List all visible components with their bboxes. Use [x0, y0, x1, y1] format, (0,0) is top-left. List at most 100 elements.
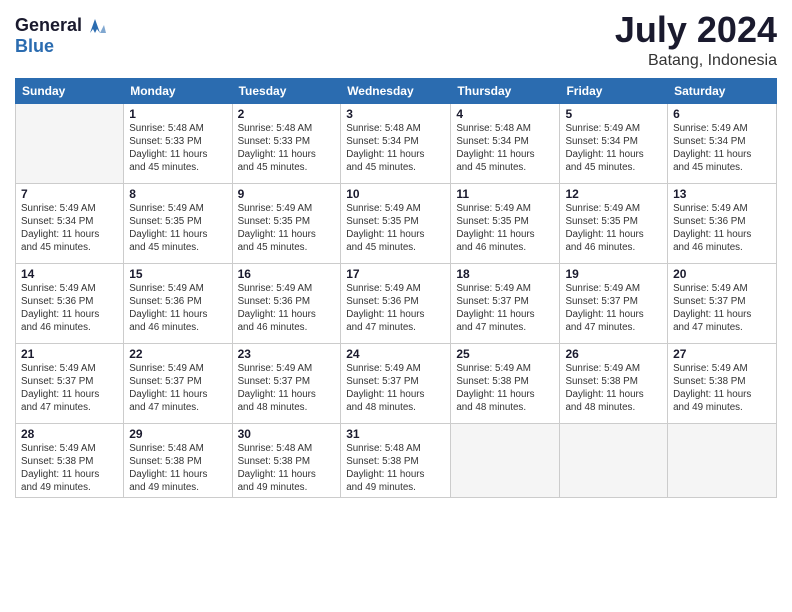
calendar-cell — [560, 423, 668, 498]
calendar-cell: 1Sunrise: 5:48 AMSunset: 5:33 PMDaylight… — [124, 103, 232, 183]
day-number: 18 — [456, 267, 554, 281]
day-number: 3 — [346, 107, 445, 121]
day-number: 4 — [456, 107, 554, 121]
calendar-week-row: 7Sunrise: 5:49 AMSunset: 5:34 PMDaylight… — [16, 183, 777, 263]
day-number: 16 — [238, 267, 336, 281]
calendar-cell — [668, 423, 777, 498]
day-info: Sunrise: 5:49 AMSunset: 5:35 PMDaylight:… — [565, 202, 662, 255]
logo-icon — [84, 15, 106, 37]
day-info: Sunrise: 5:49 AMSunset: 5:37 PMDaylight:… — [456, 282, 554, 335]
calendar-cell: 6Sunrise: 5:49 AMSunset: 5:34 PMDaylight… — [668, 103, 777, 183]
day-info: Sunrise: 5:49 AMSunset: 5:36 PMDaylight:… — [238, 282, 336, 335]
calendar-cell: 4Sunrise: 5:48 AMSunset: 5:34 PMDaylight… — [451, 103, 560, 183]
calendar-cell: 17Sunrise: 5:49 AMSunset: 5:36 PMDayligh… — [341, 263, 451, 343]
calendar-cell: 9Sunrise: 5:49 AMSunset: 5:35 PMDaylight… — [232, 183, 341, 263]
calendar-cell — [16, 103, 124, 183]
day-info: Sunrise: 5:49 AMSunset: 5:34 PMDaylight:… — [673, 122, 771, 175]
day-number: 19 — [565, 267, 662, 281]
day-number: 8 — [129, 187, 226, 201]
calendar-week-row: 14 Sunrise: 5:49 AMSunset: 5:36 PMDayligh… — [16, 263, 777, 343]
day-info: Sunrise: 5:49 AMSunset: 5:34 PMDaylight:… — [21, 202, 118, 255]
calendar-week-row: 1Sunrise: 5:48 AMSunset: 5:33 PMDaylight… — [16, 103, 777, 183]
weekday-header: Saturday — [668, 78, 777, 103]
day-number: 28 — [21, 427, 118, 441]
header: General Blue July 2024 Batang, Indonesia — [15, 10, 777, 70]
day-number: 1 — [129, 107, 226, 121]
day-info: Sunrise: 5:49 AMSunset: 5:37 PMDaylight:… — [346, 362, 445, 415]
calendar-header-row: SundayMondayTuesdayWednesdayThursdayFrid… — [16, 78, 777, 103]
day-number: 30 — [238, 427, 336, 441]
day-info: Sunrise: 5:48 AMSunset: 5:34 PMDaylight:… — [346, 122, 445, 175]
weekday-header: Thursday — [451, 78, 560, 103]
calendar-cell: 16Sunrise: 5:49 AMSunset: 5:36 PMDayligh… — [232, 263, 341, 343]
calendar-cell: 3Sunrise: 5:48 AMSunset: 5:34 PMDaylight… — [341, 103, 451, 183]
day-number: 17 — [346, 267, 445, 281]
calendar-cell: 21Sunrise: 5:49 AMSunset: 5:37 PMDayligh… — [16, 343, 124, 423]
day-info: Sunrise: 5:49 AMSunset: 5:38 PMDaylight:… — [673, 362, 771, 415]
day-number: 7 — [21, 187, 118, 201]
weekday-header: Friday — [560, 78, 668, 103]
day-number: 9 — [238, 187, 336, 201]
calendar-cell: 7Sunrise: 5:49 AMSunset: 5:34 PMDaylight… — [16, 183, 124, 263]
calendar-cell: 25Sunrise: 5:49 AMSunset: 5:38 PMDayligh… — [451, 343, 560, 423]
day-number: 20 — [673, 267, 771, 281]
calendar-cell: 8Sunrise: 5:49 AMSunset: 5:35 PMDaylight… — [124, 183, 232, 263]
calendar-cell: 28Sunrise: 5:49 AMSunset: 5:38 PMDayligh… — [16, 423, 124, 498]
day-number: 21 — [21, 347, 118, 361]
logo: General Blue — [15, 15, 106, 57]
day-info: Sunrise: 5:49 AMSunset: 5:37 PMDaylight:… — [21, 362, 118, 415]
calendar-cell: 15Sunrise: 5:49 AMSunset: 5:36 PMDayligh… — [124, 263, 232, 343]
day-info: Sunrise: 5:48 AMSunset: 5:38 PMDaylight:… — [346, 442, 445, 495]
day-info: Sunrise: 5:49 AMSunset: 5:38 PMDaylight:… — [21, 442, 118, 495]
calendar-cell: 13Sunrise: 5:49 AMSunset: 5:36 PMDayligh… — [668, 183, 777, 263]
day-number: 2 — [238, 107, 336, 121]
calendar-cell: 24Sunrise: 5:49 AMSunset: 5:37 PMDayligh… — [341, 343, 451, 423]
day-number: 25 — [456, 347, 554, 361]
calendar-cell: 12Sunrise: 5:49 AMSunset: 5:35 PMDayligh… — [560, 183, 668, 263]
day-info: Sunrise: 5:49 AMSunset: 5:37 PMDaylight:… — [565, 282, 662, 335]
day-info: Sunrise: 5:49 AMSunset: 5:37 PMDaylight:… — [238, 362, 336, 415]
day-info: Sunrise: 5:49 AMSunset: 5:36 PMDaylight:… — [129, 282, 226, 335]
day-number: 11 — [456, 187, 554, 201]
day-info: Sunrise: 5:49 AMSunset: 5:34 PMDaylight:… — [565, 122, 662, 175]
weekday-header: Sunday — [16, 78, 124, 103]
weekday-header: Tuesday — [232, 78, 341, 103]
day-info: Sunrise: 5:48 AMSunset: 5:33 PMDaylight:… — [238, 122, 336, 175]
location: Batang, Indonesia — [615, 52, 777, 70]
day-info: Sunrise: 5:49 AMSunset: 5:38 PMDaylight:… — [565, 362, 662, 415]
calendar-cell: 10Sunrise: 5:49 AMSunset: 5:35 PMDayligh… — [341, 183, 451, 263]
day-info: Sunrise: 5:49 AMSunset: 5:36 PMDaylight:… — [673, 202, 771, 255]
calendar-cell: 5Sunrise: 5:49 AMSunset: 5:34 PMDaylight… — [560, 103, 668, 183]
day-info: Sunrise: 5:49 AMSunset: 5:37 PMDaylight:… — [129, 362, 226, 415]
day-number: 14 — [21, 267, 118, 281]
day-info: Sunrise: 5:49 AMSunset: 5:35 PMDaylight:… — [129, 202, 226, 255]
calendar-cell: 18Sunrise: 5:49 AMSunset: 5:37 PMDayligh… — [451, 263, 560, 343]
calendar-cell: 19Sunrise: 5:49 AMSunset: 5:37 PMDayligh… — [560, 263, 668, 343]
day-number: 22 — [129, 347, 226, 361]
calendar-cell: 23Sunrise: 5:49 AMSunset: 5:37 PMDayligh… — [232, 343, 341, 423]
day-info: Sunrise: 5:48 AMSunset: 5:33 PMDaylight:… — [129, 122, 226, 175]
day-number: 5 — [565, 107, 662, 121]
calendar-cell: 14Sunrise: 5:49 AMSunset: 5:36 PMDayligh… — [16, 263, 124, 343]
day-info: Sunrise: 5:48 AMSunset: 5:38 PMDaylight:… — [238, 442, 336, 495]
day-info: Sunrise: 5:49 AMSunset: 5:37 PMDaylight:… — [673, 282, 771, 335]
weekday-header: Monday — [124, 78, 232, 103]
logo-text: General Blue — [15, 15, 106, 57]
day-info: Sunrise: 5:49 AMSunset: 5:35 PMDaylight:… — [456, 202, 554, 255]
day-number: 29 — [129, 427, 226, 441]
calendar-cell: 29Sunrise: 5:48 AMSunset: 5:38 PMDayligh… — [124, 423, 232, 498]
weekday-header: Wednesday — [341, 78, 451, 103]
day-info: Sunrise: 5:49 AMSunset: 5:36 PMDaylight:… — [346, 282, 445, 335]
day-info: Sunrise: 5:48 AMSunset: 5:38 PMDaylight:… — [129, 442, 226, 495]
day-number: 12 — [565, 187, 662, 201]
calendar-cell: 11Sunrise: 5:49 AMSunset: 5:35 PMDayligh… — [451, 183, 560, 263]
day-number: 23 — [238, 347, 336, 361]
month-year: July 2024 — [615, 10, 777, 50]
day-number: 6 — [673, 107, 771, 121]
calendar-cell: 2Sunrise: 5:48 AMSunset: 5:33 PMDaylight… — [232, 103, 341, 183]
day-number: 31 — [346, 427, 445, 441]
day-info: Sunrise: 5:49 AMSunset: 5:38 PMDaylight:… — [456, 362, 554, 415]
calendar-cell: 22Sunrise: 5:49 AMSunset: 5:37 PMDayligh… — [124, 343, 232, 423]
calendar-cell — [451, 423, 560, 498]
day-number: 15 — [129, 267, 226, 281]
